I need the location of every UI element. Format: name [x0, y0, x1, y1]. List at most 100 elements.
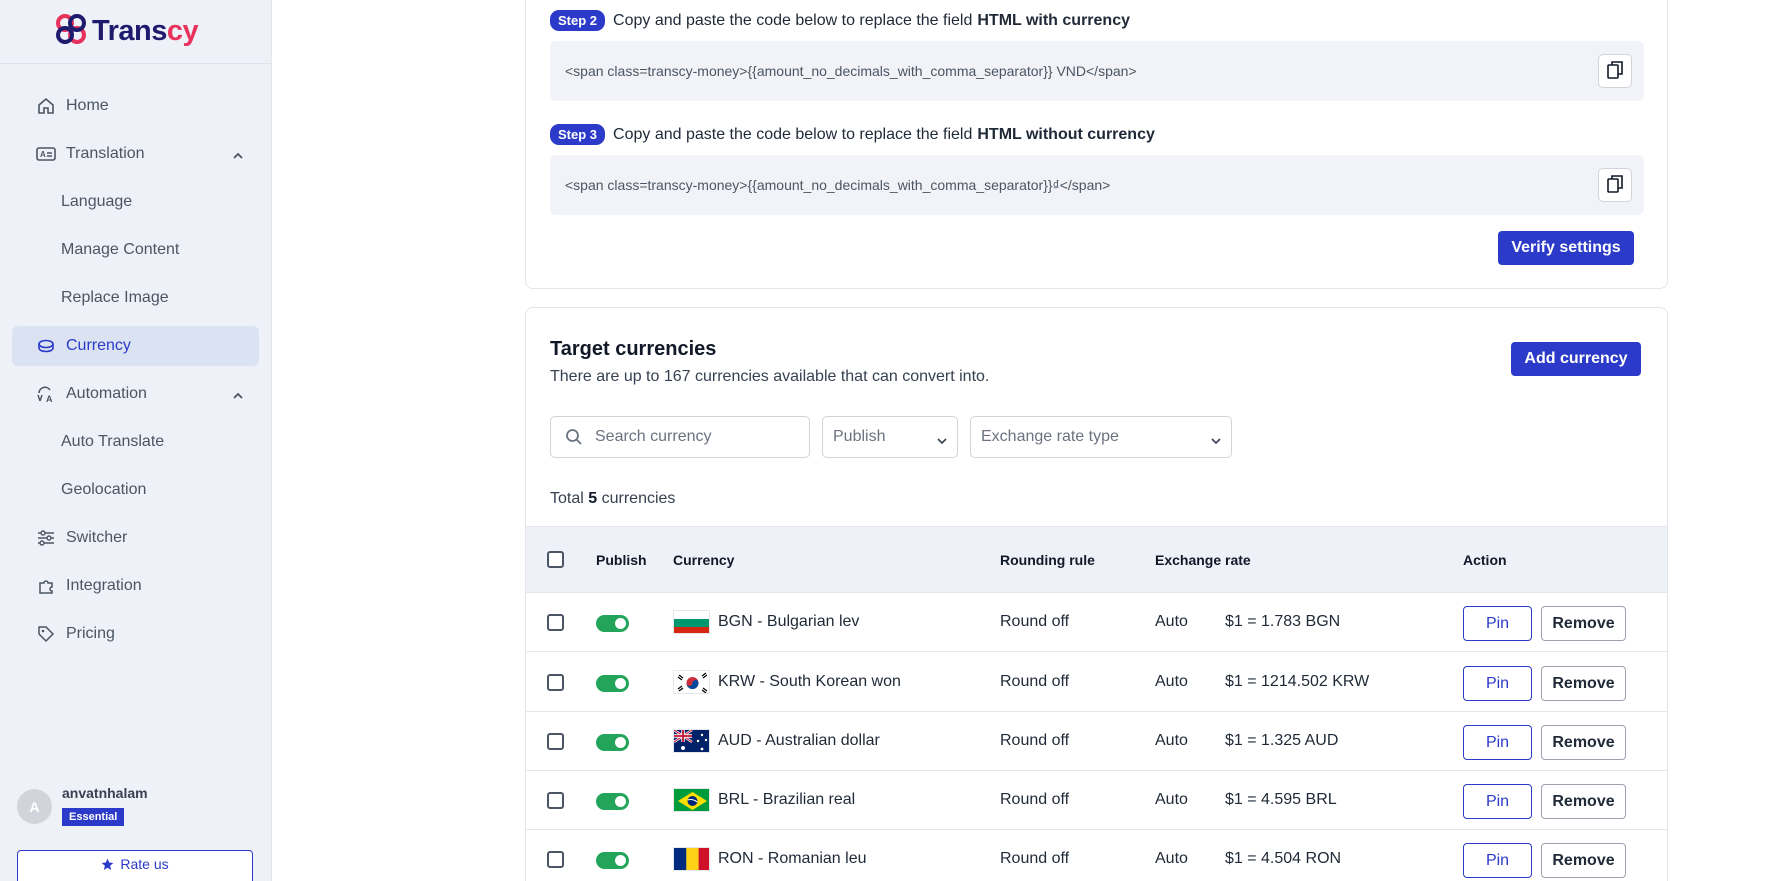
exchange-rate: $1 = 4.504 RON [1225, 850, 1342, 867]
puzzle-icon [36, 576, 56, 596]
rate-type: Auto [1155, 732, 1188, 749]
column-header[interactable]: Rounding rule [1000, 552, 1095, 568]
rounding-rule: Round off [1000, 791, 1070, 808]
sidebar-item-home[interactable]: Home [12, 86, 259, 126]
publish-toggle[interactable] [596, 793, 629, 810]
sidebar-item-label: Geolocation [61, 481, 147, 498]
publish-filter-value: Publish [833, 428, 886, 445]
add-currency-button[interactable]: Add currency [1511, 342, 1641, 376]
tag-icon [36, 624, 56, 644]
exchange-rate-type-filter[interactable]: Exchange rate type [970, 416, 1232, 458]
publish-toggle[interactable] [596, 675, 629, 692]
code-text[interactable]: <span class=transcy-money>{{amount_no_de… [565, 63, 1137, 79]
row-checkbox[interactable] [547, 674, 564, 691]
sidebar-item-label: Language [61, 193, 133, 210]
step-badge: Step 3 [550, 124, 606, 145]
row-checkbox[interactable] [547, 851, 564, 868]
app-logo[interactable]: Transcy [0, 0, 271, 64]
sidebar-item-auto-translate[interactable]: Auto Translate [12, 422, 259, 462]
sidebar-item-automation[interactable]: A Automation [12, 374, 259, 414]
row-checkbox[interactable] [547, 733, 564, 750]
user-profile[interactable]: A anvatnhalam Essential [17, 785, 148, 826]
star-icon [101, 858, 114, 871]
sidebar-item-translation[interactable]: A Translation [12, 134, 259, 174]
sidebar-item-manage-content[interactable]: Manage Content [12, 230, 259, 270]
remove-button[interactable]: Remove [1541, 725, 1626, 760]
step-text: Copy and paste the code below to replace… [613, 11, 973, 29]
row-checkbox[interactable] [547, 614, 564, 631]
currency-name: BGN - Bulgarian lev [718, 613, 860, 630]
publish-toggle[interactable] [596, 615, 629, 632]
flag-south-korea-icon [673, 670, 710, 694]
logo-text: Transcy [92, 15, 199, 47]
step-field: HTML without currency [977, 125, 1155, 143]
remove-button[interactable]: Remove [1541, 606, 1626, 641]
auto-translate-icon: A [36, 384, 56, 404]
exchange-rate: $1 = 4.595 BRL [1225, 791, 1337, 808]
sidebar-item-pricing[interactable]: Pricing [12, 614, 259, 654]
search-input[interactable]: Search currency [550, 416, 810, 458]
currency-name: BRL - Brazilian real [718, 791, 856, 808]
sidebar-item-label: Automation [66, 385, 147, 402]
pin-button[interactable]: Pin [1463, 666, 1532, 701]
chevron-up-icon[interactable] [233, 387, 243, 405]
copy-button[interactable] [1598, 168, 1632, 202]
code-without-currency[interactable]: <span class=transcy-money>{{amount_no_de… [550, 155, 1644, 215]
sidebar-item-language[interactable]: Language [12, 182, 259, 222]
sidebar-nav: Home A Translation Language Manage Conte… [0, 64, 271, 654]
column-header[interactable]: Currency [673, 552, 734, 568]
verify-settings-button[interactable]: Verify settings [1498, 231, 1634, 265]
sidebar-item-switcher[interactable]: Switcher [12, 518, 259, 558]
sidebar-item-replace-image[interactable]: Replace Image [12, 278, 259, 318]
translation-icon: A [36, 144, 56, 164]
sidebar-item-label: Pricing [66, 625, 115, 642]
rounding-rule: Round off [1000, 732, 1070, 749]
select-all-checkbox[interactable] [547, 551, 564, 568]
total-count: Total 5 currencies [550, 490, 676, 507]
pin-button[interactable]: Pin [1463, 843, 1532, 878]
column-header[interactable]: Publish [596, 552, 647, 568]
code-with-currency[interactable]: <span class=transcy-money>{{amount_no_de… [550, 41, 1644, 101]
currency-format-card: Step 2 Copy and paste the code below to … [525, 0, 1668, 289]
sidebar-item-label: Home [66, 97, 109, 114]
coins-icon [36, 336, 56, 356]
table-row: BRL - Brazilian real Round off Auto $1 =… [526, 771, 1667, 830]
flag-bulgaria-icon [673, 610, 710, 634]
step-2-instruction: Step 2 Copy and paste the code below to … [550, 10, 1130, 31]
chevron-up-icon[interactable] [233, 147, 243, 165]
row-checkbox[interactable] [547, 792, 564, 809]
chevron-down-icon [1211, 432, 1221, 450]
table-row: KRW - South Korean won Round off Auto $1… [526, 653, 1667, 712]
sidebar-item-integration[interactable]: Integration [12, 566, 259, 606]
section-description: There are up to 167 currencies available… [550, 368, 990, 385]
publish-filter[interactable]: Publish [822, 416, 958, 458]
remove-button[interactable]: Remove [1541, 784, 1626, 819]
pin-button[interactable]: Pin [1463, 725, 1532, 760]
search-icon [565, 428, 583, 446]
sidebar-item-label: Currency [66, 337, 131, 354]
column-header[interactable]: Exchange rate [1155, 552, 1251, 568]
exchange-rate: $1 = 1.783 BGN [1225, 613, 1341, 630]
sidebar: Transcy Home A Translation Language Mana… [0, 0, 272, 881]
exchange-rate: $1 = 1.325 AUD [1225, 732, 1339, 749]
step-3-instruction: Step 3 Copy and paste the code below to … [550, 124, 1155, 145]
pin-button[interactable]: Pin [1463, 606, 1532, 641]
copy-button[interactable] [1598, 54, 1632, 88]
flag-brazil-icon [673, 788, 710, 812]
remove-button[interactable]: Remove [1541, 666, 1626, 701]
section-title: Target currencies [550, 338, 717, 360]
remove-button[interactable]: Remove [1541, 843, 1626, 878]
publish-toggle[interactable] [596, 734, 629, 751]
rounding-rule: Round off [1000, 850, 1070, 867]
rate-type: Auto [1155, 673, 1188, 690]
table-row: RON - Romanian leu Round off Auto $1 = 4… [526, 830, 1667, 881]
sidebar-item-geolocation[interactable]: Geolocation [12, 470, 259, 510]
home-icon [36, 96, 56, 116]
total-number: 5 [588, 490, 598, 507]
rate-us-button[interactable]: Rate us [17, 850, 253, 881]
sidebar-item-currency[interactable]: Currency [12, 326, 259, 366]
publish-toggle[interactable] [596, 852, 629, 869]
code-text[interactable]: <span class=transcy-money>{{amount_no_de… [565, 177, 1110, 193]
copy-icon [1607, 60, 1623, 82]
pin-button[interactable]: Pin [1463, 784, 1532, 819]
